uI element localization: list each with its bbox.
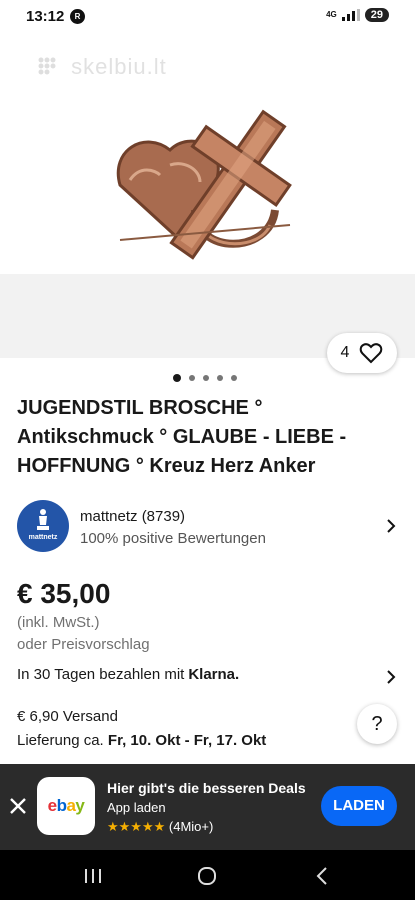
tax-note: (inkl. MwSt.) [17,614,100,631]
delivery-prefix: Lieferung ca. [17,732,104,749]
seller-rating: 100% positive Bewertungen [80,530,266,547]
price: € 35,00 [17,578,111,609]
klarna-row[interactable]: In 30 Tagen bezahlen mit Klarna. [17,666,402,688]
pagination-dot[interactable] [189,375,195,381]
seller-avatar: mattnetz [17,500,69,552]
signal-icon [341,9,360,21]
back-icon[interactable] [312,865,334,887]
watermark-text: skelbiu.lt [71,54,167,79]
seller-info-row[interactable]: mattnetz mattnetz (8739) 100% positive B… [17,500,402,552]
watermark-logo-icon [38,57,56,75]
shipping-cost: € 6,90 Versand [17,708,118,725]
recent-apps-icon[interactable] [82,865,104,887]
watchlist-button[interactable]: 4 [327,333,397,373]
pagination-dot[interactable] [231,375,237,381]
offer-note: oder Preisvorschlag [17,636,150,653]
home-icon[interactable] [196,865,218,887]
rating-count: (4Mio+) [168,819,214,834]
gallery-pagination [173,374,237,382]
product-image-gallery[interactable]: skelbiu.lt [0,34,415,358]
pagination-dot[interactable] [217,375,223,381]
install-app-button[interactable]: LADEN [321,786,397,826]
chevron-right-icon [387,519,396,533]
status-time: 13:12 [26,8,65,25]
ebay-logo: ebay [47,796,85,815]
klarna-logo: Klarna. [188,666,240,683]
delivery-estimate: Lieferung ca. Fr, 10. Okt - Fr, 17. Okt [17,732,266,749]
system-navigation-bar [0,850,415,900]
listing-title: JUGENDSTIL BROSCHE ° Antikschmuck ° GLAU… [17,397,347,477]
banner-title: Hier gibt's die besseren Deals [107,780,306,796]
heart-icon [360,343,383,364]
seller-logo-text: mattnetz [28,534,58,541]
battery-icon: 29 [364,8,389,22]
status-bar: 13:12 R 4G 29 [0,0,415,34]
help-button[interactable]: ? [357,704,397,744]
klarna-text: In 30 Tagen bezahlen mit [17,666,185,683]
banner-rating: ★★★★★ (4Mio+) [107,819,213,835]
star-rating-icon: ★★★★★ [107,819,166,834]
ebay-app-icon: ebay [37,777,95,835]
brooch-photo [116,109,292,260]
pagination-dot-active[interactable] [173,374,181,382]
status-indicators: 4G 29 [326,8,389,22]
network-label: 4G [326,10,337,19]
watermark: skelbiu.lt [36,54,167,80]
close-icon[interactable] [8,796,28,816]
pagination-dot[interactable] [203,375,209,381]
delivery-dates: Fr, 10. Okt - Fr, 17. Okt [107,732,267,749]
watch-count: 4 [340,344,350,361]
chevron-right-icon [387,670,396,684]
banner-subtitle: App laden [107,800,166,815]
app-install-banner: ebay Hier gibt's die besseren Deals App … [0,764,415,850]
seller-name: mattnetz (8739) [80,508,186,525]
notification-badge-icon: R [70,9,85,24]
